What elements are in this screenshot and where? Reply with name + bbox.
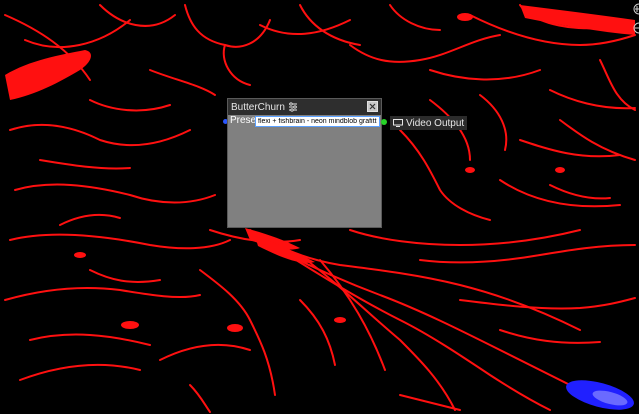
zoom-in-icon[interactable] [633, 3, 639, 15]
monitor-icon [393, 119, 403, 127]
video-output-node[interactable]: Video Output [390, 116, 468, 130]
node-title: ButterChurn [231, 101, 285, 113]
video-output-label: Video Output [406, 117, 465, 129]
video-output-port[interactable] [381, 119, 387, 125]
zoom-out-icon[interactable] [633, 22, 639, 34]
close-button[interactable] [367, 101, 378, 112]
preset-input[interactable] [255, 116, 380, 127]
node-header[interactable]: ButterChurn [228, 99, 381, 115]
close-icon [369, 103, 376, 110]
zoom-controls [631, 0, 639, 36]
sliders-icon[interactable] [288, 102, 298, 112]
